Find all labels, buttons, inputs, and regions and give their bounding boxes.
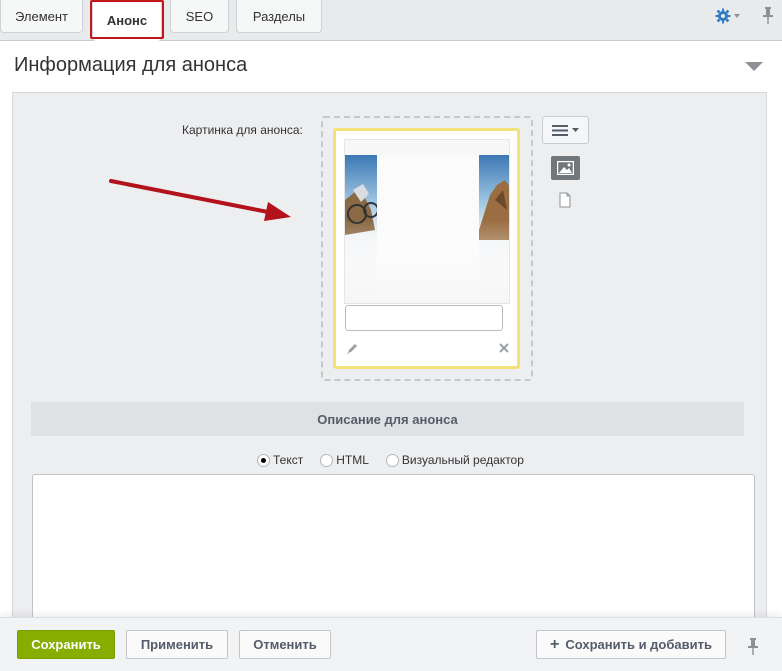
save-and-add-label: Сохранить и добавить — [565, 637, 712, 652]
plus-icon: + — [550, 635, 560, 653]
description-mode-group: Текст HTML Визуальный редактор — [257, 453, 541, 467]
image-icon — [557, 161, 574, 175]
apply-button-label: Применить — [140, 637, 214, 652]
tab-announce[interactable]: Анонс — [92, 0, 162, 41]
chevron-down-icon — [572, 128, 579, 132]
tab-announce-label: Анонс — [106, 13, 148, 28]
mode-text-label: Текст — [273, 453, 304, 467]
section-title: Информация для анонса — [14, 54, 248, 76]
mode-html-option[interactable]: HTML — [320, 453, 369, 467]
mode-html-radio[interactable] — [320, 453, 334, 467]
chevron-down-icon — [734, 14, 740, 18]
tab-sections-label: Разделы — [252, 8, 306, 24]
description-textarea[interactable] — [32, 474, 755, 634]
bike-photo-image — [345, 140, 509, 303]
mode-text-radio[interactable] — [257, 453, 270, 467]
image-description-input[interactable] — [345, 305, 503, 331]
preview-image-label: Картинка для анонса: — [182, 123, 303, 137]
mode-visual-label: Визуальный редактор — [401, 453, 524, 467]
settings-button[interactable] — [715, 7, 741, 25]
tab-sections[interactable]: Разделы — [236, 0, 322, 33]
pencil-icon[interactable] — [346, 342, 359, 355]
pin-icon[interactable] — [746, 637, 760, 657]
gear-icon — [715, 8, 731, 24]
image-menu-button[interactable] — [542, 116, 589, 144]
image-view-button[interactable] — [551, 156, 580, 180]
save-button[interactable]: Сохранить — [17, 630, 115, 659]
mode-text-option[interactable]: Текст — [257, 453, 303, 467]
description-header: Описание для анонса — [31, 402, 744, 436]
apply-button[interactable]: Применить — [126, 630, 228, 659]
tab-element-label: Элемент — [14, 8, 69, 24]
tab-seo[interactable]: SEO — [170, 0, 229, 33]
tab-element[interactable]: Элемент — [0, 0, 83, 33]
tab-seo-label: SEO — [185, 8, 214, 24]
pin-icon[interactable] — [760, 6, 776, 26]
cancel-button[interactable]: Отменить — [239, 630, 331, 659]
save-and-add-button[interactable]: + Сохранить и добавить — [536, 630, 726, 659]
triangle-down-icon[interactable] — [745, 62, 763, 71]
mode-visual-radio[interactable] — [385, 453, 399, 467]
hamburger-menu-icon — [552, 124, 568, 136]
close-icon[interactable] — [498, 342, 510, 354]
cancel-button-label: Отменить — [253, 637, 317, 652]
annotation-arrow — [109, 179, 291, 221]
mode-html-label: HTML — [336, 453, 369, 467]
file-icon[interactable] — [558, 192, 572, 208]
preview-image-thumbnail[interactable] — [344, 139, 510, 304]
save-button-label: Сохранить — [31, 637, 101, 652]
mode-visual-option[interactable]: Визуальный редактор — [385, 453, 524, 467]
